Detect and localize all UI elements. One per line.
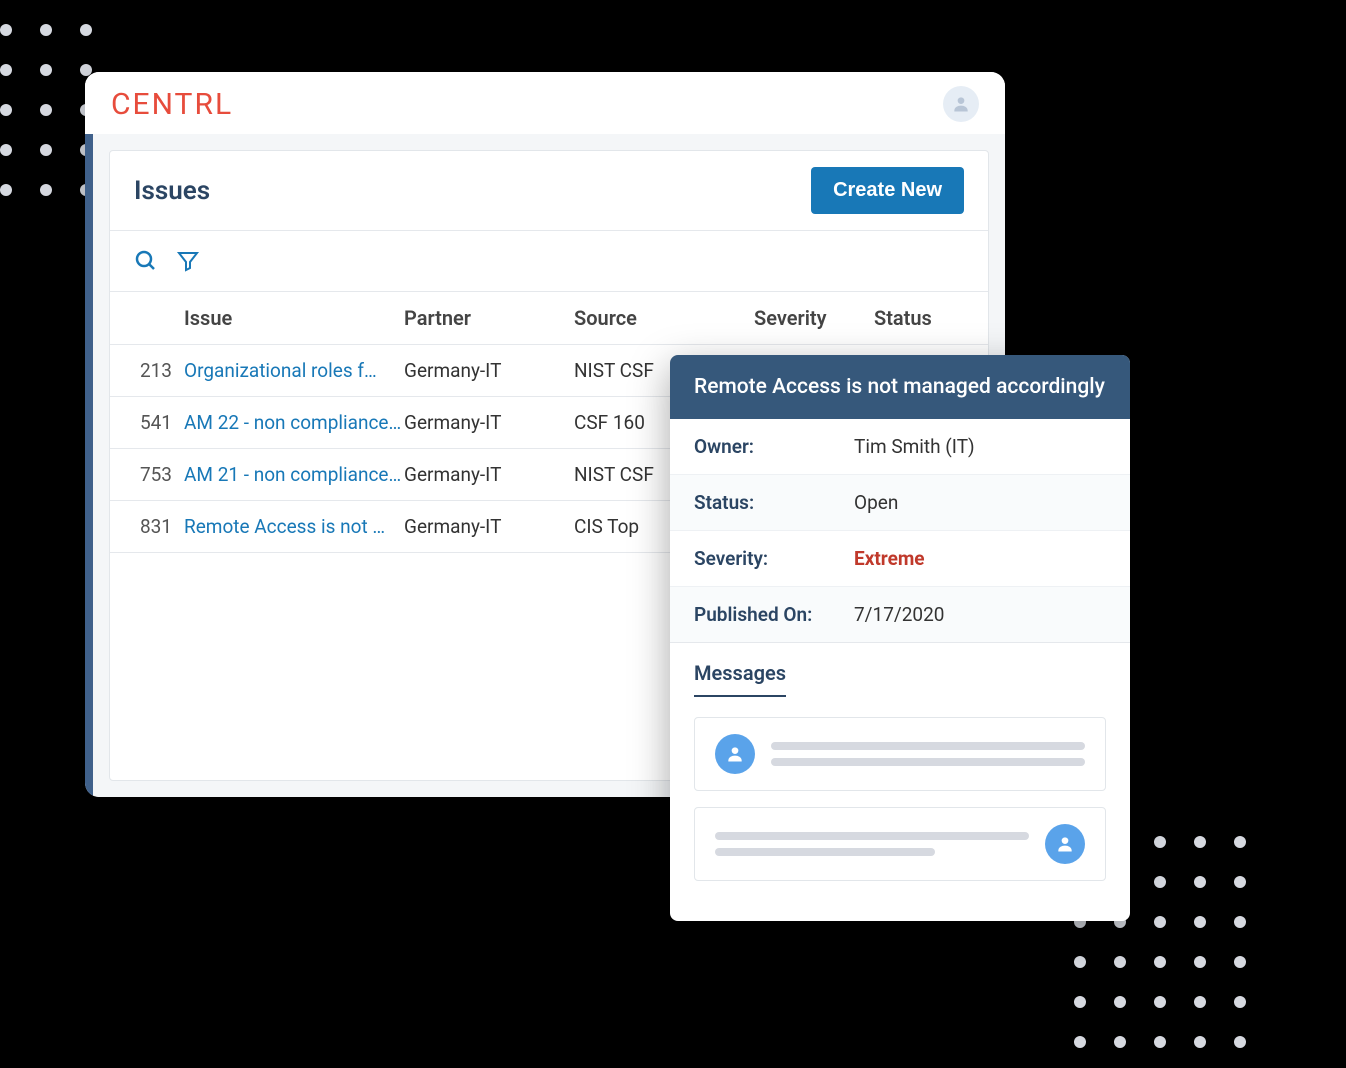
messages-section: Messages bbox=[670, 643, 1130, 921]
row-id: 831 bbox=[124, 515, 184, 538]
issue-link[interactable]: Organizational roles f… bbox=[184, 359, 404, 382]
user-icon bbox=[1055, 834, 1075, 854]
user-avatar[interactable] bbox=[943, 86, 979, 122]
row-id: 541 bbox=[124, 411, 184, 434]
user-icon bbox=[725, 744, 745, 764]
message-placeholder-lines bbox=[771, 742, 1085, 766]
message-avatar bbox=[1045, 824, 1085, 864]
panel-header: Issues Create New bbox=[110, 151, 988, 231]
severity-value: Extreme bbox=[854, 547, 1106, 570]
user-icon bbox=[951, 94, 971, 114]
col-status: Status bbox=[874, 306, 964, 330]
panel-toolbar bbox=[110, 231, 988, 292]
detail-title: Remote Access is not managed accordingly bbox=[670, 355, 1130, 419]
titlebar: CENTRL bbox=[85, 72, 1005, 134]
nav-sidebar bbox=[85, 134, 93, 797]
col-partner: Partner bbox=[404, 306, 574, 330]
published-value: 7/17/2020 bbox=[854, 603, 1106, 626]
detail-row-severity: Severity: Extreme bbox=[670, 531, 1130, 587]
row-partner: Germany-IT bbox=[404, 515, 574, 538]
panel-title: Issues bbox=[134, 176, 210, 206]
published-label: Published On: bbox=[694, 603, 854, 626]
message-item[interactable] bbox=[694, 807, 1106, 881]
message-avatar bbox=[715, 734, 755, 774]
col-severity: Severity bbox=[754, 306, 874, 330]
detail-row-status: Status: Open bbox=[670, 475, 1130, 531]
row-id: 213 bbox=[124, 359, 184, 382]
severity-label: Severity: bbox=[694, 547, 854, 570]
brand-logo: CENTRL bbox=[111, 87, 233, 122]
create-new-button[interactable]: Create New bbox=[811, 167, 964, 214]
detail-row-owner: Owner: Tim Smith (IT) bbox=[670, 419, 1130, 475]
row-id: 753 bbox=[124, 463, 184, 486]
issue-detail-card: Remote Access is not managed accordingly… bbox=[670, 355, 1130, 921]
owner-label: Owner: bbox=[694, 435, 854, 458]
issue-link[interactable]: AM 21 - non compliance… bbox=[184, 463, 404, 486]
status-value: Open bbox=[854, 491, 1106, 514]
row-partner: Germany-IT bbox=[404, 411, 574, 434]
detail-properties: Owner: Tim Smith (IT) Status: Open Sever… bbox=[670, 419, 1130, 643]
status-label: Status: bbox=[694, 491, 854, 514]
table-header: Issue Partner Source Severity Status bbox=[110, 292, 988, 345]
filter-icon[interactable] bbox=[176, 249, 200, 273]
col-issue: Issue bbox=[184, 306, 404, 330]
col-source: Source bbox=[574, 306, 754, 330]
issue-link[interactable]: Remote Access is not … bbox=[184, 515, 404, 538]
decorative-dots-top-left bbox=[0, 24, 92, 196]
message-placeholder-lines bbox=[715, 832, 1029, 856]
search-icon[interactable] bbox=[134, 249, 158, 273]
detail-row-published: Published On: 7/17/2020 bbox=[670, 587, 1130, 642]
row-partner: Germany-IT bbox=[404, 463, 574, 486]
message-item[interactable] bbox=[694, 717, 1106, 791]
issue-link[interactable]: AM 22 - non compliance… bbox=[184, 411, 404, 434]
owner-value: Tim Smith (IT) bbox=[854, 435, 1106, 458]
row-partner: Germany-IT bbox=[404, 359, 574, 382]
messages-heading: Messages bbox=[694, 661, 786, 697]
